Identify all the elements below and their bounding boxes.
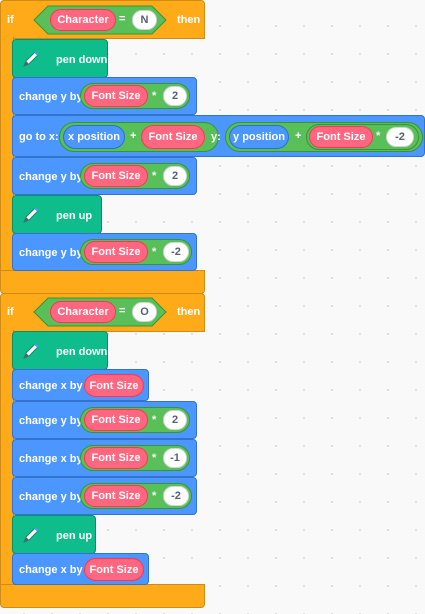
then-label: then — [177, 306, 201, 318]
if-label: if — [7, 306, 14, 318]
plus-sign-x: + — [130, 130, 137, 142]
x-position-reporter[interactable]: x position — [63, 125, 125, 149]
change-x-label: change x by — [19, 453, 83, 465]
pen-down-block[interactable]: pen down — [12, 39, 108, 78]
change-y-block[interactable]: change y by Font Size * -2 — [12, 233, 197, 271]
variable-reporter-font-size[interactable]: Font Size — [84, 447, 148, 469]
multiply-sign: * — [152, 90, 157, 102]
go-to-xy-block[interactable]: go to x: x position + Font Size y: y pos… — [12, 115, 425, 157]
number-input[interactable]: -2 — [386, 127, 414, 147]
multiply-sign: * — [152, 490, 157, 502]
go-to-x-label: go to x: — [19, 131, 59, 143]
variable-reporter-character[interactable]: Character — [50, 301, 116, 323]
pen-down-label: pen down — [56, 346, 108, 358]
variable-reporter-font-size[interactable]: Font Size — [309, 126, 373, 148]
variable-reporter-font-size[interactable]: Font Size — [84, 558, 144, 581]
change-x-block[interactable]: change x by Font Size — [12, 553, 149, 585]
variable-reporter-character[interactable]: Character — [50, 9, 116, 31]
multiply-sign: * — [152, 414, 157, 426]
then-label: then — [177, 14, 201, 26]
if-block-2-footer[interactable] — [0, 584, 205, 608]
multiply-sign: * — [376, 130, 381, 142]
variable-reporter-font-size[interactable]: Font Size — [84, 485, 148, 507]
condition-value-input[interactable]: N — [132, 10, 157, 30]
pen-up-block[interactable]: pen up — [12, 195, 102, 234]
number-input[interactable]: 2 — [163, 410, 187, 430]
change-x-block[interactable]: change x by Font Size * -1 — [12, 439, 197, 477]
change-y-block[interactable]: change y by Font Size * -2 — [12, 477, 197, 515]
pen-icon — [23, 207, 39, 223]
plus-sign-y: + — [295, 130, 302, 142]
pen-icon — [23, 51, 39, 67]
change-x-label: change x by — [19, 564, 83, 576]
equals-sign: = — [119, 13, 126, 25]
number-input[interactable]: 2 — [163, 86, 187, 106]
pen-up-label: pen up — [56, 530, 93, 542]
pen-down-label: pen down — [56, 54, 108, 66]
multiply-sign: * — [152, 170, 157, 182]
pen-up-label: pen up — [56, 210, 93, 222]
number-input[interactable]: -2 — [163, 486, 189, 506]
change-y-label: change y by — [19, 415, 83, 427]
change-y-label: change y by — [19, 91, 83, 103]
pen-icon — [23, 527, 39, 543]
change-y-label: change y by — [19, 247, 83, 259]
number-input[interactable]: 2 — [163, 166, 187, 186]
if-block-1-footer[interactable] — [0, 270, 205, 294]
change-x-label: change x by — [19, 380, 83, 392]
pen-up-block[interactable]: pen up — [12, 515, 96, 554]
number-input[interactable]: -2 — [163, 242, 189, 262]
variable-reporter-font-size[interactable]: Font Size — [84, 85, 148, 107]
condition-value-input[interactable]: O — [132, 302, 157, 322]
equals-sign: = — [119, 305, 126, 317]
y-position-reporter[interactable]: y position — [229, 125, 289, 149]
pen-icon — [23, 343, 39, 359]
pen-down-block[interactable]: pen down — [12, 331, 108, 370]
variable-reporter-font-size[interactable]: Font Size — [141, 125, 205, 149]
variable-reporter-font-size[interactable]: Font Size — [84, 165, 148, 187]
variable-reporter-font-size[interactable]: Font Size — [84, 409, 148, 431]
number-input[interactable]: -1 — [163, 448, 187, 468]
multiply-sign: * — [152, 452, 157, 464]
change-y-block[interactable]: change y by Font Size * 2 — [12, 401, 197, 439]
y-label: y: — [211, 131, 221, 143]
if-label: if — [7, 14, 14, 26]
change-x-block[interactable]: change x by Font Size — [12, 369, 149, 401]
variable-reporter-font-size[interactable]: Font Size — [84, 241, 148, 263]
change-y-block[interactable]: change y by Font Size * 2 — [12, 77, 197, 115]
change-y-block[interactable]: change y by Font Size * 2 — [12, 157, 197, 195]
multiply-sign: * — [152, 246, 157, 258]
change-y-label: change y by — [19, 171, 83, 183]
variable-reporter-font-size[interactable]: Font Size — [84, 374, 144, 397]
change-y-label: change y by — [19, 491, 83, 503]
